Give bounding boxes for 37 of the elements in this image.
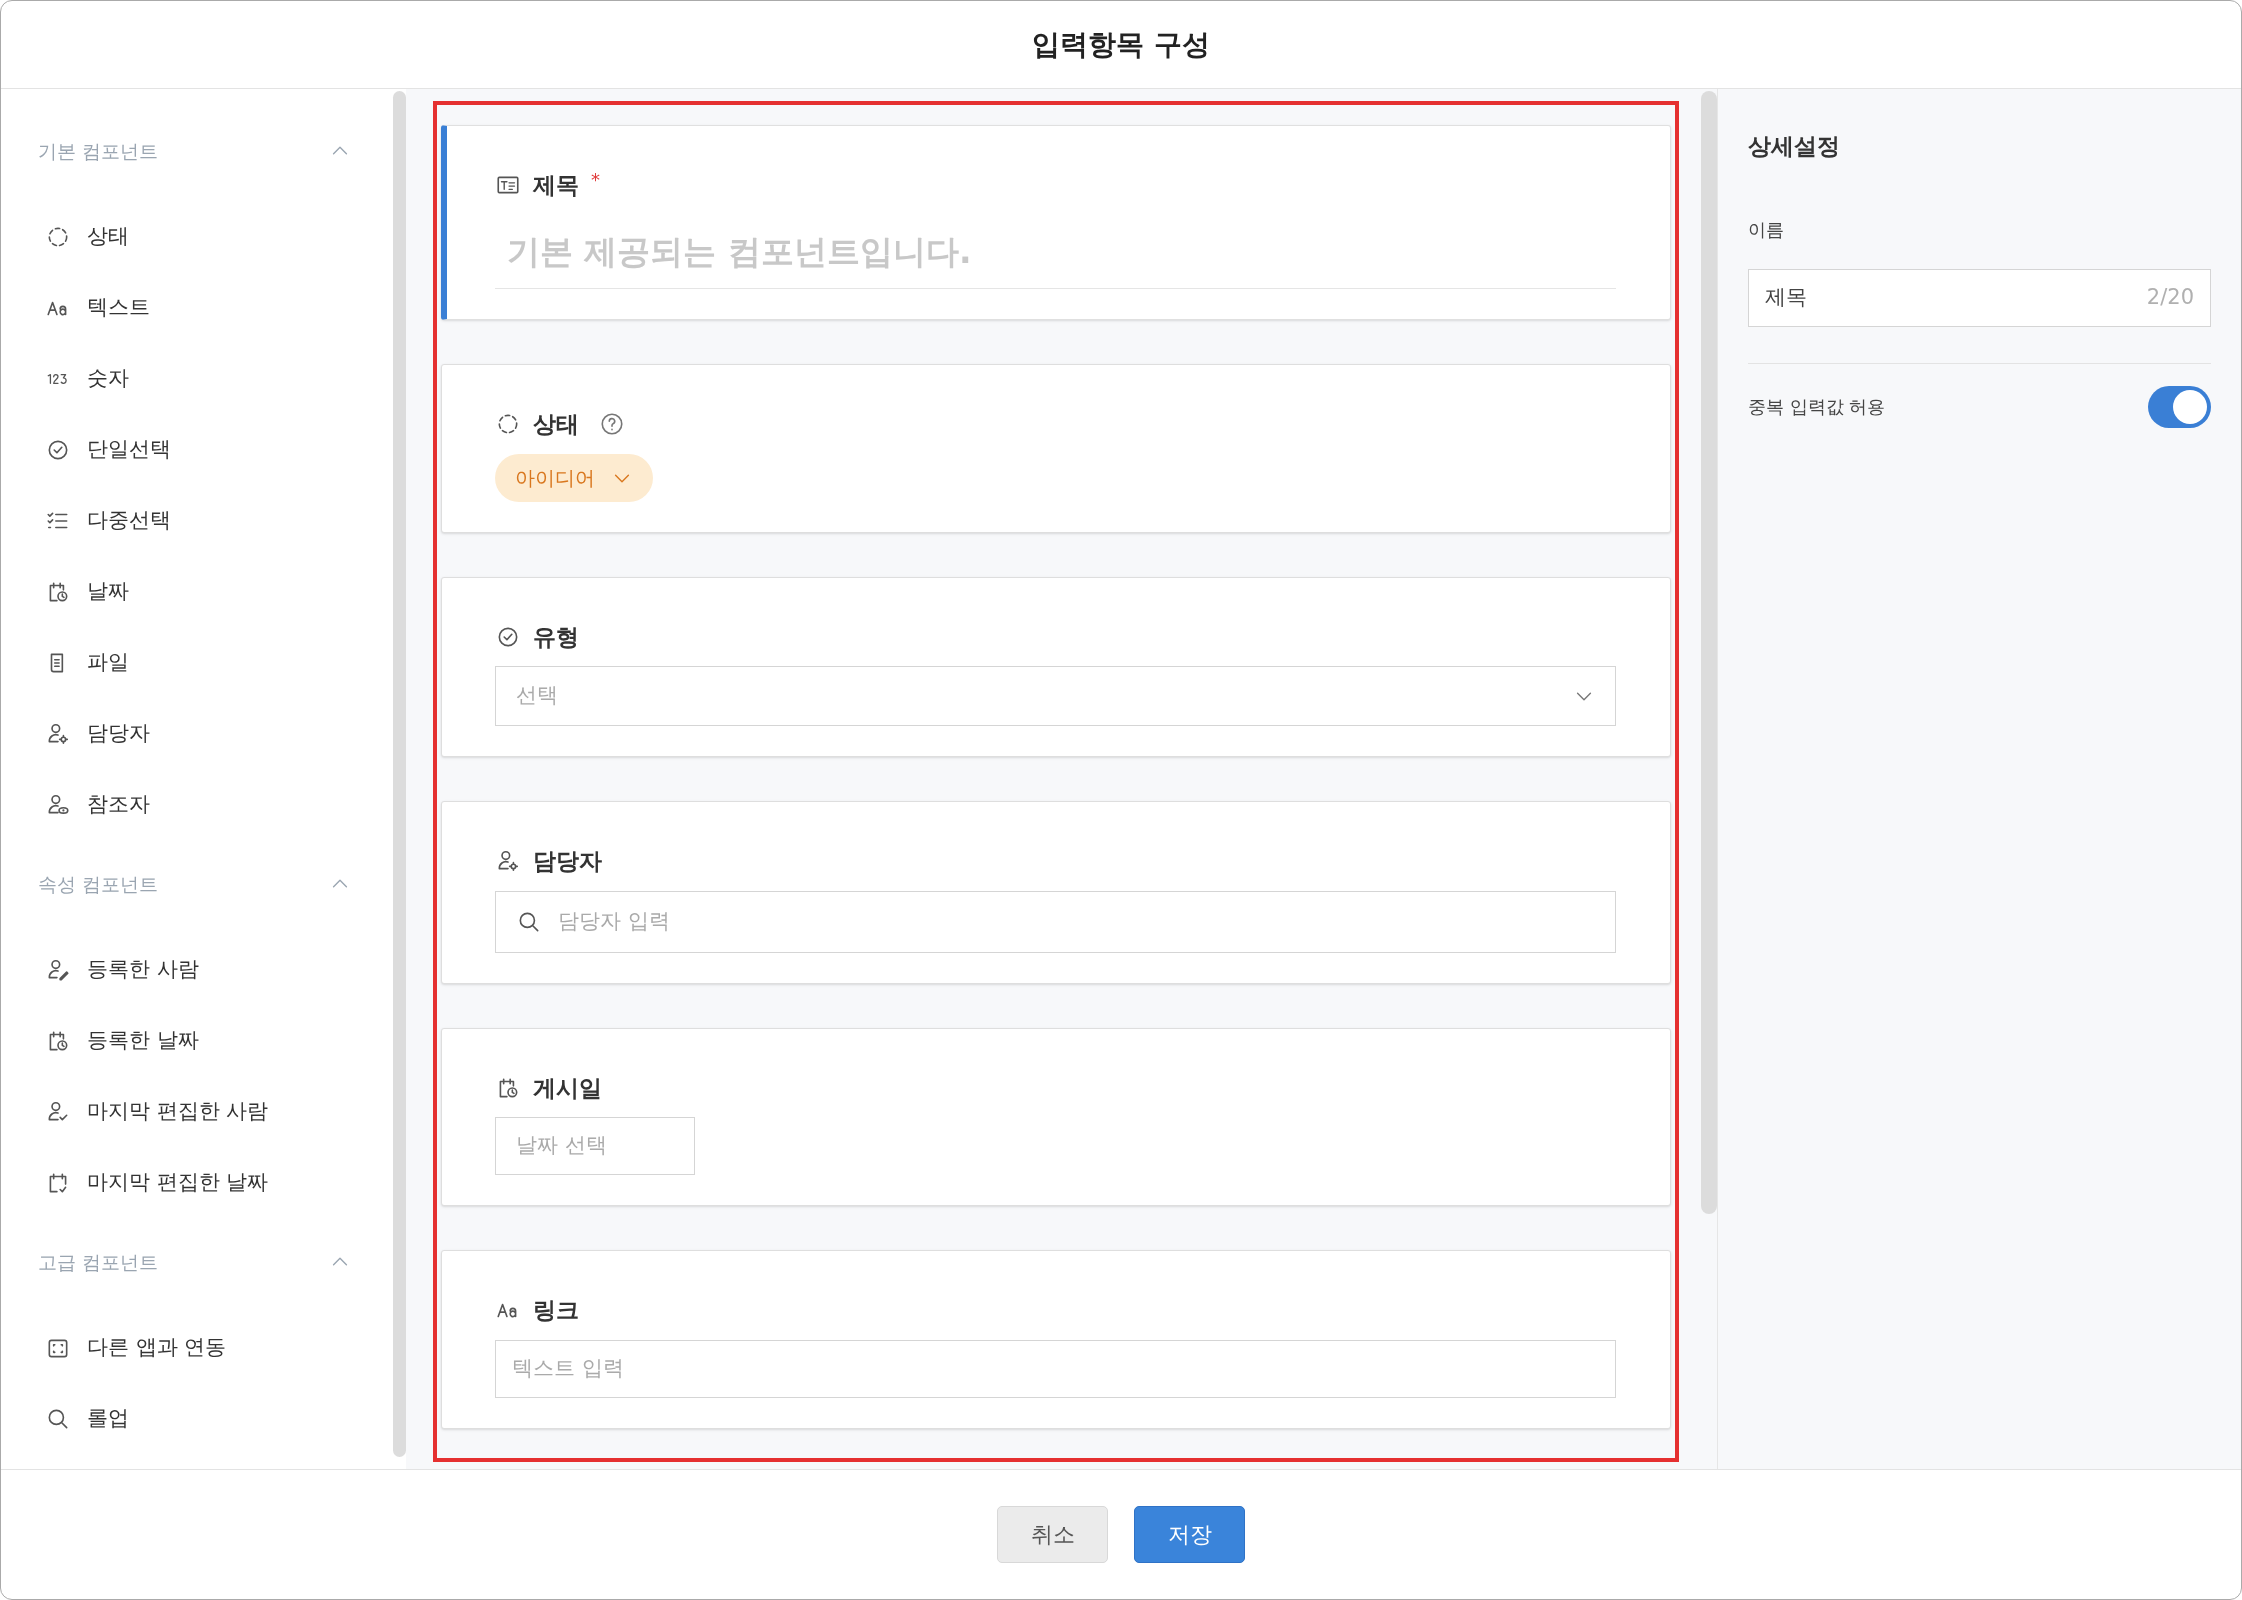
field-label: 게시일	[533, 1073, 602, 1103]
component-item[interactable]: 롤업	[1, 1383, 393, 1454]
field-label: 제목	[533, 171, 579, 200]
scrollbar-thumb[interactable]	[393, 91, 406, 1457]
setting-label: 중복 입력값 허용	[1748, 395, 1886, 419]
name-label: 이름	[1748, 217, 1785, 242]
component-item[interactable]: 마지막 편집한 날짜	[1, 1147, 393, 1218]
field-label: 상태	[533, 410, 579, 439]
panel-title: 상세설정	[1748, 132, 1841, 161]
field-card[interactable]: 담당자 담당자 입력	[441, 801, 1671, 984]
field-card[interactable]: 유형 선택	[441, 576, 1671, 757]
component-item[interactable]: 단일선택	[1, 414, 393, 485]
component-item[interactable]: 마지막 편집한 사람	[1, 1076, 393, 1147]
component-item[interactable]: 상태	[1, 201, 393, 272]
component-item[interactable]: 날짜	[1, 556, 393, 627]
field-label: 유형	[533, 622, 579, 652]
component-item[interactable]: 등록한 날짜	[1, 1005, 393, 1076]
component-item[interactable]: 텍스트	[1, 272, 393, 343]
component-item[interactable]: 담당자	[1, 698, 393, 769]
component-item[interactable]: 파일	[1, 627, 393, 698]
scrollbar-thumb[interactable]	[1701, 91, 1717, 1214]
required-asterisk-icon: *	[591, 165, 600, 193]
field-label: 링크	[533, 1296, 579, 1325]
component-item[interactable]: 다중선택	[1, 485, 393, 556]
field-card[interactable]: 링크 텍스트 입력	[441, 1250, 1671, 1429]
window-title: 입력항목 구성	[1032, 26, 1210, 63]
cancel-button[interactable]: 취소	[997, 1506, 1108, 1563]
field-label: 담당자	[533, 847, 602, 876]
component-item[interactable]: 등록한 사람	[1, 934, 393, 1005]
save-button[interactable]: 저장	[1134, 1506, 1245, 1563]
toggle-switch[interactable]	[2148, 385, 2211, 428]
name-input[interactable]: 제목 2/20	[1748, 268, 2211, 327]
field-card[interactable]: 상태 아이디어	[441, 364, 1671, 533]
component-item[interactable]: 참조자	[1, 769, 393, 840]
field-card[interactable]: 게시일 날짜 선택	[441, 1027, 1671, 1206]
component-item[interactable]: 숫자	[1, 343, 393, 414]
component-item[interactable]: 다른 앱과 연동	[1, 1312, 393, 1383]
